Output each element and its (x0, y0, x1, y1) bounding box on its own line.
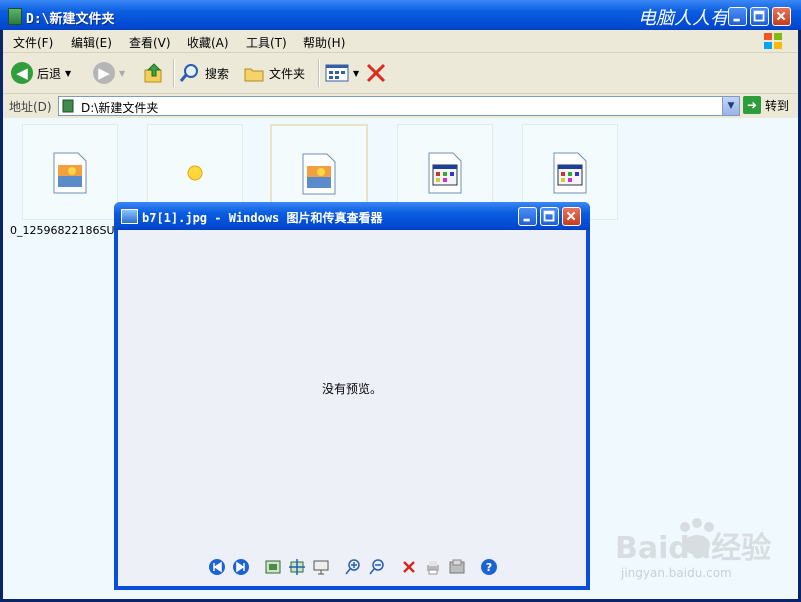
svg-text:?: ? (486, 561, 492, 574)
up-folder-button[interactable] (143, 59, 165, 87)
address-input[interactable]: D:\新建文件夹 ▼ (58, 96, 740, 116)
viewer-close-button[interactable] (562, 207, 581, 226)
actual-size-icon[interactable] (288, 558, 306, 576)
views-button[interactable]: ▼ (325, 59, 359, 87)
next-image-icon[interactable] (232, 558, 250, 576)
menu-file[interactable]: 文件(F) (13, 34, 53, 51)
forward-dropdown-icon[interactable]: ▼ (119, 69, 125, 78)
explorer-window: D:\新建文件夹 电脑人人有 文件(F) 编辑(E) 查看(V) 收藏(A) 工… (0, 0, 801, 602)
search-label: 搜索 (205, 66, 230, 81)
address-bar: 地址(D) D:\新建文件夹 ▼ ➜ 转到 (3, 94, 798, 118)
folders-label: 文件夹 (269, 66, 306, 81)
minimize-icon (523, 218, 530, 222)
maximize-button[interactable] (750, 7, 769, 26)
viewer-minimize-button[interactable] (518, 207, 537, 226)
watermark-title: 电脑人人有 (638, 8, 728, 29)
forward-arrow-icon: ▶ (93, 62, 115, 84)
image-viewer-window: b7[1].jpg - Windows 图片和传真查看器 没有预览。 ? (114, 202, 590, 590)
menu-tools[interactable]: 工具(T) (246, 34, 287, 51)
folder-window-icon (8, 8, 22, 25)
close-icon (776, 11, 786, 21)
help-icon[interactable]: ? (480, 558, 498, 576)
up-folder-icon (144, 63, 162, 83)
copy-to-icon[interactable] (448, 558, 466, 576)
go-arrow-icon: ➜ (743, 96, 761, 114)
sun-image-icon (187, 165, 203, 181)
search-button[interactable]: 搜索 (179, 59, 229, 87)
address-value: D:\新建文件夹 (81, 101, 159, 115)
toolbar-separator (173, 59, 175, 87)
back-label: 后退 (37, 66, 62, 81)
title-bar[interactable]: D:\新建文件夹 电脑人人有 (0, 0, 801, 30)
picture-viewer-icon (121, 209, 138, 224)
back-dropdown-icon[interactable]: ▼ (65, 69, 71, 78)
maximize-icon (543, 210, 555, 222)
window-file-icon (428, 152, 462, 194)
viewer-title: b7[1].jpg - Windows 图片和传真查看器 (142, 211, 383, 225)
toolbar: ◀ 后退 ▼ ▶ ▼ 搜索 文件夹 ▼ (3, 53, 798, 94)
address-label: 地址(D) (9, 100, 52, 114)
back-button[interactable]: ◀ 后退 ▼ (11, 59, 71, 87)
menu-view[interactable]: 查看(V) (129, 34, 171, 51)
file-thumbnail-1[interactable] (22, 124, 118, 220)
delete-button[interactable] (365, 59, 387, 87)
viewer-maximize-button[interactable] (540, 207, 559, 226)
search-icon (179, 64, 198, 82)
window-file-icon (553, 152, 587, 194)
previous-image-icon[interactable] (208, 558, 226, 576)
zoom-out-icon[interactable] (368, 558, 386, 576)
zoom-in-icon[interactable] (344, 558, 362, 576)
watermark-url: jingyan.baidu.com (620, 566, 732, 580)
folder-address-icon (62, 99, 74, 113)
toolbar-separator (318, 59, 320, 87)
maximize-icon (753, 10, 765, 22)
menu-edit[interactable]: 编辑(E) (71, 34, 112, 51)
folders-icon (244, 68, 264, 82)
slideshow-icon[interactable] (312, 558, 330, 576)
viewer-canvas: 没有预览。 ? (118, 230, 586, 586)
image-file-icon (53, 152, 87, 194)
no-preview-message: 没有预览。 (321, 382, 382, 396)
delete-x-icon (366, 63, 386, 83)
go-label: 转到 (765, 98, 790, 113)
print-icon[interactable] (424, 558, 442, 576)
close-button[interactable] (772, 7, 791, 26)
watermark-brand: Baidu经验 (615, 531, 771, 566)
back-arrow-icon: ◀ (11, 62, 33, 84)
views-dropdown-icon[interactable]: ▼ (353, 69, 359, 78)
window-title: D:\新建文件夹 (26, 12, 115, 27)
go-button[interactable]: ➜ 转到 (743, 96, 789, 114)
delete-icon[interactable] (400, 558, 418, 576)
address-dropdown-icon[interactable]: ▼ (722, 97, 739, 115)
menu-favorites[interactable]: 收藏(A) (187, 34, 229, 51)
menu-help[interactable]: 帮助(H) (303, 34, 345, 51)
minimize-button[interactable] (728, 7, 747, 26)
close-icon (566, 211, 576, 221)
minimize-icon (733, 18, 740, 22)
windows-logo-icon (764, 33, 782, 49)
forward-button[interactable]: ▶ ▼ (93, 59, 125, 87)
viewer-title-bar[interactable]: b7[1].jpg - Windows 图片和传真查看器 (114, 202, 590, 230)
best-fit-icon[interactable] (264, 558, 282, 576)
image-file-icon (302, 153, 336, 195)
views-icon (325, 64, 349, 82)
folders-button[interactable]: 文件夹 (243, 59, 305, 87)
menu-bar: 文件(F) 编辑(E) 查看(V) 收藏(A) 工具(T) 帮助(H) (3, 30, 798, 53)
baidu-watermark-logo: Baidu经验 jingyan.baidu.com (615, 518, 771, 580)
